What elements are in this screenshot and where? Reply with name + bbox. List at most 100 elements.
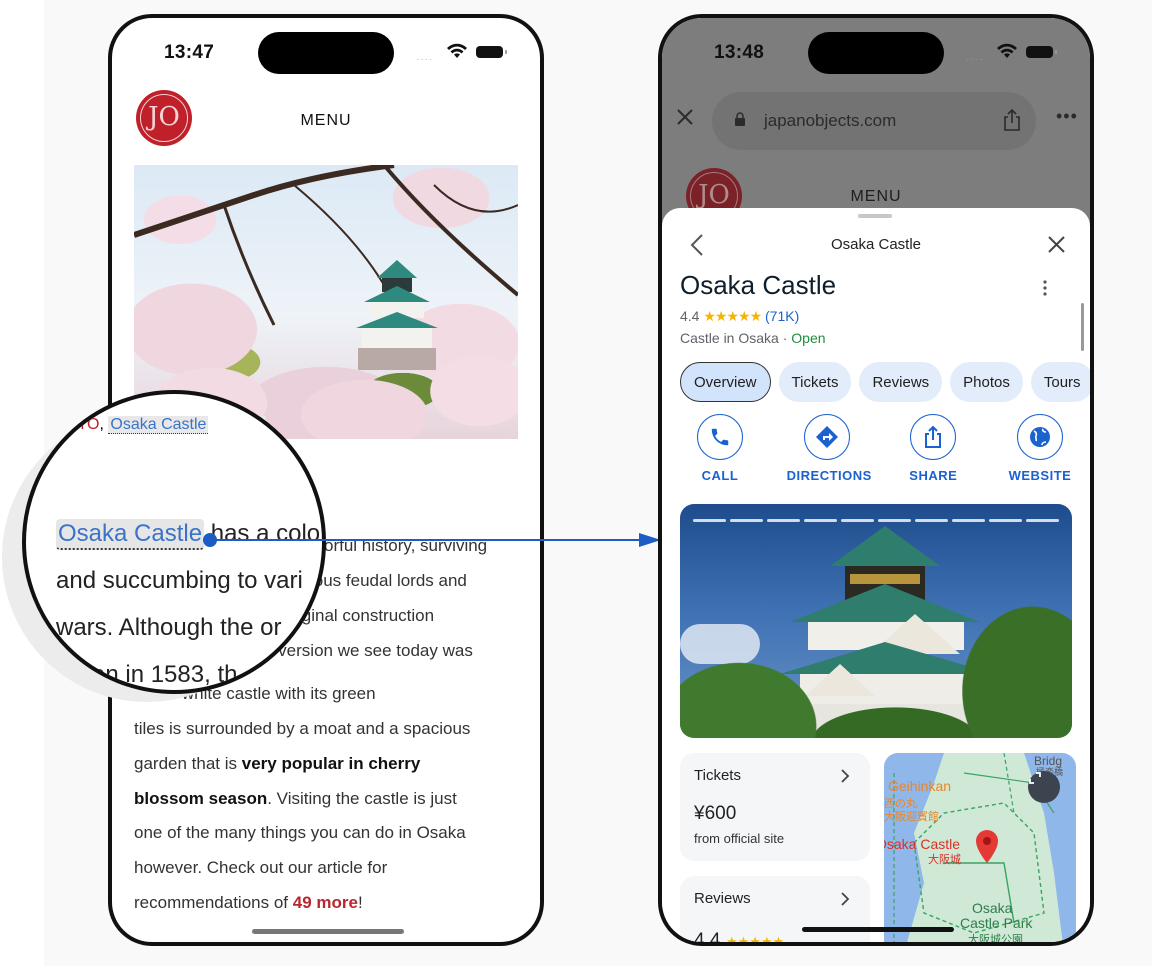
globe-icon xyxy=(1029,427,1050,447)
call-label: CALL xyxy=(701,468,739,483)
rating-value: 4.4 xyxy=(680,308,700,324)
map-label: Castle Park xyxy=(960,915,1033,931)
signal-icon: ···· xyxy=(966,54,984,65)
share-label: SHARE xyxy=(909,468,958,483)
article-line: recommendations of 49 more! xyxy=(134,886,524,921)
expand-icon xyxy=(1029,772,1041,784)
map-label: 大阪城公園 xyxy=(968,932,1023,946)
article-text: recommendations of xyxy=(134,892,293,912)
wifi-icon xyxy=(997,43,1017,58)
more-options-icon[interactable]: ••• xyxy=(1056,106,1078,127)
magnified-osaka-castle-link[interactable]: Osaka Castle xyxy=(56,519,205,550)
action-buttons: CALL DIRECTIONS SHARE WEBSITE xyxy=(680,414,1080,483)
map-expand-button[interactable] xyxy=(1028,771,1060,803)
article-text: ! xyxy=(357,892,363,912)
open-status: Open xyxy=(791,330,826,346)
map-label: Bridg xyxy=(1034,754,1062,768)
url-text: japanobjects.com xyxy=(764,111,897,130)
tickets-card-title: Tickets xyxy=(694,767,741,784)
home-indicator xyxy=(802,927,954,932)
directions-label: DIRECTIONS xyxy=(786,468,872,483)
place-name: Osaka Castle xyxy=(680,270,837,300)
magnifier-line: wars. Although the or xyxy=(56,614,282,641)
place-bottom-sheet: Osaka Castle Osaka Castle 4.4 ★★★★★ (71K… xyxy=(662,208,1090,946)
reviews-rating: 4.4 xyxy=(694,930,721,946)
article-line: garden that is very popular in cherry xyxy=(134,747,524,782)
magnifier-tag-row: NTO, Osaka Castle xyxy=(66,416,209,434)
map-label: Osaka Castle xyxy=(884,836,960,852)
call-button[interactable]: CALL xyxy=(680,414,760,483)
map-label: 西の丸 xyxy=(884,797,917,810)
sheet-grabber[interactable] xyxy=(858,214,892,218)
ticket-source: from official site xyxy=(694,831,785,846)
map-label: 大阪城 xyxy=(928,852,961,866)
reviews-card-title: Reviews xyxy=(694,890,751,907)
map-preview[interactable]: Geihinkan 西の丸 大阪迎賓館 Osaka Castle 大阪城 Osa… xyxy=(884,753,1076,946)
status-bar: 13:47 ···· xyxy=(112,18,540,88)
status-bar: 13:48 ···· xyxy=(662,18,1090,88)
kebab-menu-icon[interactable] xyxy=(1042,280,1048,296)
tab-reviews[interactable]: Reviews xyxy=(859,362,943,402)
tab-overview[interactable]: Overview xyxy=(680,362,771,402)
share-icon[interactable] xyxy=(1002,108,1022,132)
url-bar[interactable]: japanobjects.com xyxy=(712,92,1036,150)
article-text: garden that is xyxy=(134,753,242,773)
map-label: 大阪迎賓館 xyxy=(884,809,939,823)
reviews-stars: ★★★★★ xyxy=(726,934,785,946)
tab-tickets[interactable]: Tickets xyxy=(778,362,852,402)
close-browser-icon[interactable] xyxy=(676,108,694,126)
separator-dot: · xyxy=(778,330,792,346)
article-fragments: orful history, surviving ious feudal lor… xyxy=(264,528,487,668)
share-icon xyxy=(925,425,942,448)
ticket-price: ¥600 xyxy=(694,803,737,824)
scrollbar[interactable] xyxy=(1081,303,1084,351)
battery-icon xyxy=(476,46,507,58)
chevron-right-icon xyxy=(841,769,850,783)
wifi-icon xyxy=(447,43,467,58)
place-photo[interactable] xyxy=(680,504,1072,738)
trees-foreground xyxy=(680,504,1072,738)
lock-icon xyxy=(735,112,745,126)
map-label: Geihinkan xyxy=(888,778,951,794)
article-line: tiles is surrounded by a moat and a spac… xyxy=(134,718,471,738)
reviews-card[interactable]: Reviews 4.4 ★★★★★ xyxy=(680,876,870,946)
category-row: Castle in Osaka · Open xyxy=(680,330,826,346)
tag-category-partial: NTO xyxy=(66,416,100,433)
article-line: iginal construction xyxy=(298,606,435,625)
phone-right: 13:48 ···· japanobjects.com ••• JO MENU … xyxy=(658,14,1094,946)
sheet-title: Osaka Castle xyxy=(830,236,922,253)
battery-icon xyxy=(1026,46,1057,58)
article-line: however. Check out our article for xyxy=(134,858,388,878)
tab-tours[interactable]: Tours xyxy=(1030,362,1090,402)
article-bold: blossom season xyxy=(134,788,268,808)
article-line: ious feudal lords and xyxy=(310,571,467,590)
more-link[interactable]: 49 more xyxy=(293,893,358,912)
close-icon[interactable] xyxy=(1048,236,1065,253)
magnifier-line: and succumbing to vari xyxy=(56,567,303,594)
map-label: Osaka xyxy=(972,900,1013,916)
website-label: WEBSITE xyxy=(1008,468,1072,483)
call-circle xyxy=(697,414,743,460)
rating-row: 4.4 ★★★★★ (71K) xyxy=(680,308,799,325)
connector-arrow xyxy=(203,533,661,547)
place-tabs: Overview Tickets Reviews Photos Tours xyxy=(680,362,1090,402)
article-text: . Visiting the castle is just xyxy=(267,788,457,808)
dynamic-island xyxy=(808,32,944,74)
website-button[interactable]: WEBSITE xyxy=(1000,414,1080,483)
share-button[interactable]: SHARE xyxy=(893,414,973,483)
menu-button[interactable]: MENU xyxy=(112,112,540,130)
tickets-card[interactable]: Tickets ¥600 from official site xyxy=(680,753,870,861)
home-indicator xyxy=(252,929,404,934)
status-time: 13:48 xyxy=(714,42,765,63)
magnifier-line: an in 1583, th xyxy=(92,661,238,688)
place-category: Castle in Osaka xyxy=(680,330,779,346)
phone-icon xyxy=(711,428,729,446)
menu-button-dimmed: MENU xyxy=(850,188,902,205)
directions-button[interactable]: DIRECTIONS xyxy=(786,414,872,483)
dynamic-island xyxy=(258,32,394,74)
article-bold: very popular in cherry xyxy=(241,753,421,773)
article-line: one of the many things you can do in Osa… xyxy=(134,823,466,843)
status-time: 13:47 xyxy=(164,42,215,63)
tab-photos[interactable]: Photos xyxy=(950,362,1023,402)
review-count-link[interactable]: (71K) xyxy=(765,308,799,324)
